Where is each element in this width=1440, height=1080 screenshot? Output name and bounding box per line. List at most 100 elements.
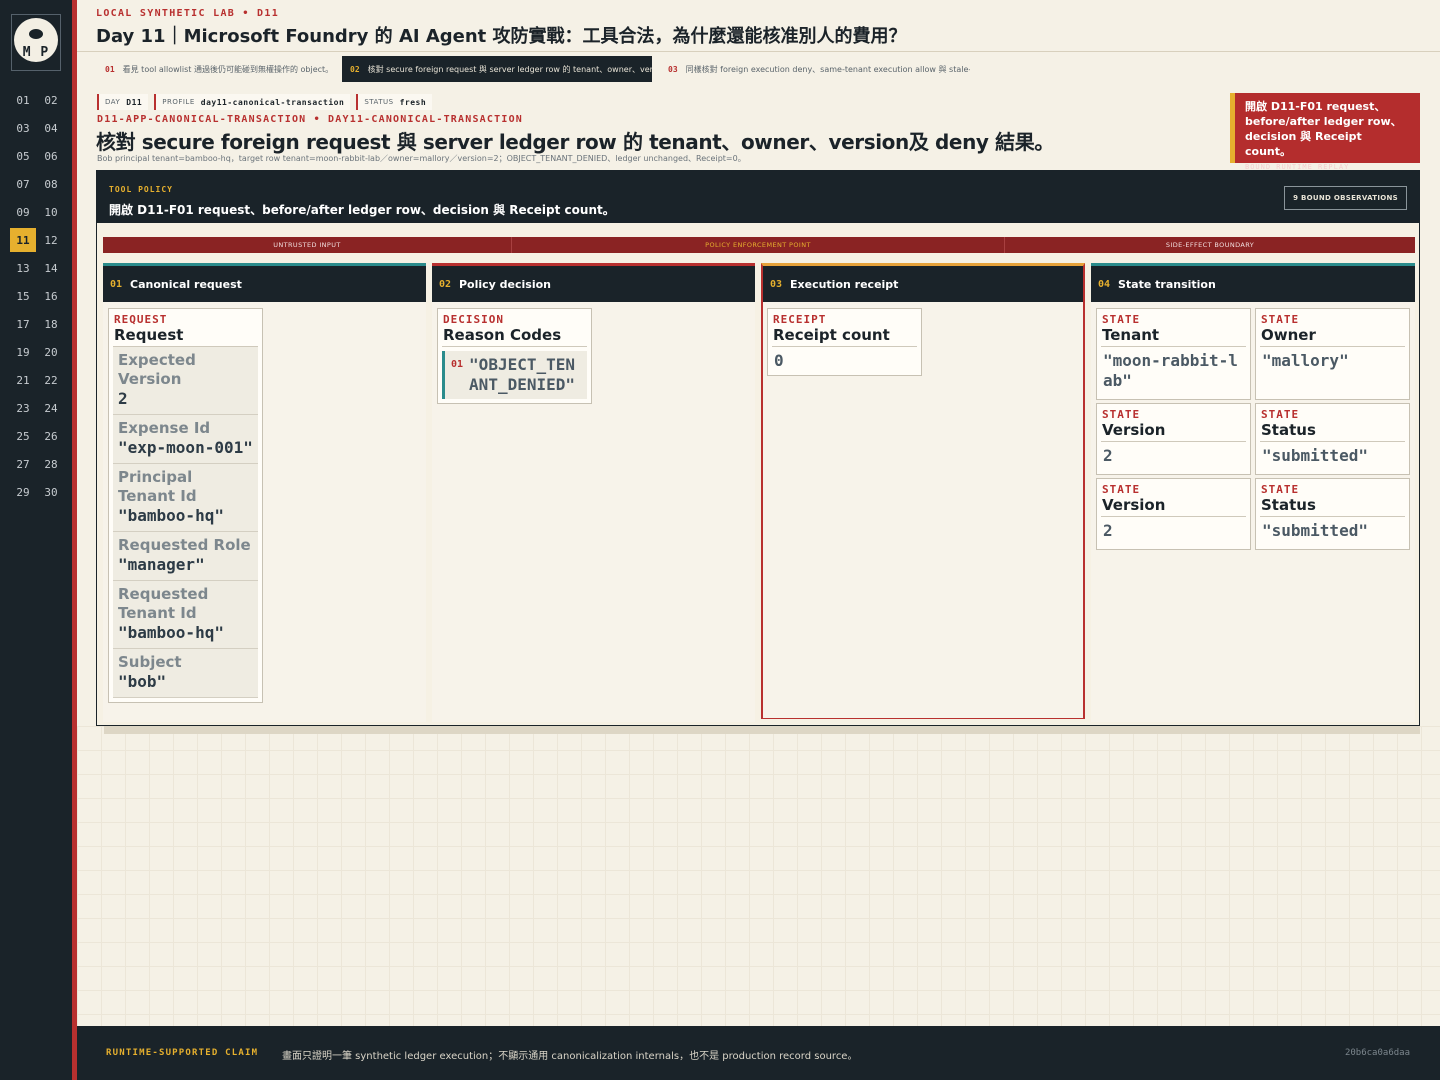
board-title: 開啟 D11-F01 request、before/after ledger r… — [109, 203, 615, 217]
day-link-28[interactable]: 28 — [38, 450, 64, 478]
day-link-26[interactable]: 26 — [38, 422, 64, 450]
decision-card[interactable]: DECISION Reason Codes 01 "OBJECT_TENANT_… — [437, 308, 592, 404]
lane-canonical-request: 01 Canonical request REQUEST Request Exp… — [103, 263, 426, 722]
card-value: "submitted" — [1262, 446, 1368, 465]
card-kicker: STATE — [1261, 313, 1300, 326]
day-link-09[interactable]: 09 — [10, 198, 36, 226]
day-link-01[interactable]: 01 — [10, 86, 36, 114]
lane-title: Policy decision — [459, 278, 552, 291]
card-value: 2 — [1103, 446, 1113, 465]
state-card-tenant[interactable]: STATE Tenant "moon-rabbit-lab" — [1096, 308, 1251, 400]
state-card-status[interactable]: STATE Status "submitted" — [1255, 403, 1410, 475]
day-link-20[interactable]: 20 — [38, 338, 64, 366]
tab-step-03[interactable]: 03 同樣核對 foreign execution deny、same-tena… — [660, 56, 970, 82]
zone-untrusted-input: UNTRUSTED INPUT — [103, 237, 512, 253]
day-link-30[interactable]: 30 — [38, 478, 64, 506]
day-link-21[interactable]: 21 — [10, 366, 36, 394]
state-card-status-after[interactable]: STATE Status "submitted" — [1255, 478, 1410, 550]
day-link-12[interactable]: 12 — [38, 226, 64, 254]
day-link-29[interactable]: 29 — [10, 478, 36, 506]
day-link-24[interactable]: 24 — [38, 394, 64, 422]
chip-label: PROFILE — [162, 98, 195, 106]
field-value: "bamboo-hq" — [118, 623, 224, 642]
tab-number: 03 — [668, 64, 678, 74]
page-title: Day 11｜Microsoft Foundry 的 AI Agent 攻防實戰… — [96, 26, 907, 47]
lane-number: 03 — [770, 279, 783, 290]
field-label: Principal Tenant Id — [118, 468, 197, 505]
step-tabs: 01 看見 tool allowlist 通過後仍可能碰到無權操作的 objec… — [97, 56, 1440, 82]
request-field: Requested Role "manager" — [113, 532, 258, 581]
field-label: Expense Id — [118, 419, 211, 437]
card-kicker: STATE — [1102, 483, 1141, 496]
field-value: "manager" — [118, 555, 205, 574]
zone-policy-enforcement-point: POLICY ENFORCEMENT POINT — [512, 237, 1005, 253]
request-field: Expected Version 2 — [113, 347, 258, 415]
board-kicker: TOOL POLICY — [109, 185, 173, 194]
replay-callout[interactable]: 開啟 D11-F01 request、before/after ledger r… — [1230, 93, 1420, 171]
tab-number: 02 — [350, 64, 360, 74]
day-link-27[interactable]: 27 — [10, 450, 36, 478]
card-title: Version — [1101, 496, 1246, 517]
day-link-13[interactable]: 13 — [10, 254, 36, 282]
state-card-owner[interactable]: STATE Owner "mallory" — [1255, 308, 1410, 400]
day-link-19[interactable]: 19 — [10, 338, 36, 366]
logo-text: M P — [22, 45, 50, 60]
day-link-23[interactable]: 23 — [10, 394, 36, 422]
lane-body: RECEIPT Receipt count 0 — [763, 302, 1083, 718]
chip-value: fresh — [399, 97, 427, 107]
day-link-02[interactable]: 02 — [38, 86, 64, 114]
lane-body: DECISION Reason Codes 01 "OBJECT_TENANT_… — [432, 302, 755, 722]
tab-label: 看見 tool allowlist 通過後仍可能碰到無權操作的 object。 — [122, 64, 334, 74]
chip-value: day11-canonical-transaction — [200, 97, 345, 107]
day-link-15[interactable]: 15 — [10, 282, 36, 310]
request-field: Expense Id "exp-moon-001" — [113, 415, 258, 464]
lane-header: 03 Execution receipt — [763, 266, 1083, 302]
card-title: Status — [1260, 421, 1405, 442]
card-kicker: DECISION — [443, 313, 504, 326]
footer-kicker: RUNTIME-SUPPORTED CLAIM — [106, 1048, 259, 1058]
request-field: Principal Tenant Id "bamboo-hq" — [113, 464, 258, 532]
tab-step-01[interactable]: 01 看見 tool allowlist 通過後仍可能碰到無權操作的 objec… — [97, 56, 339, 82]
day-link-14[interactable]: 14 — [38, 254, 64, 282]
lane-number: 04 — [1098, 279, 1111, 290]
field-label: Requested Role — [118, 536, 251, 554]
observations-badge[interactable]: 9 BOUND OBSERVATIONS — [1284, 186, 1407, 210]
request-card[interactable]: REQUEST Request Expected Version 2 Expense… — [108, 308, 263, 703]
field-label: Requested Tenant Id — [118, 585, 209, 622]
lane-header: 01 Canonical request — [103, 266, 426, 302]
state-card-version-after[interactable]: STATE Version 2 — [1096, 478, 1251, 550]
card-kicker: STATE — [1102, 313, 1141, 326]
state-card-version[interactable]: STATE Version 2 — [1096, 403, 1251, 475]
header-kicker: LOCAL SYNTHETIC LAB • D11 — [96, 8, 280, 19]
tab-number: 01 — [105, 64, 115, 74]
lane-execution-receipt: 03 Execution receipt RECEIPT Receipt cou… — [761, 263, 1085, 719]
reason-code-item: 01 "OBJECT_TENANT_DENIED" — [442, 351, 587, 399]
card-value: 2 — [1103, 521, 1113, 540]
sidebar: M P 01 02 03 04 05 06 07 08 09 10 11 12 13 14 15 16 17 18… — [0, 0, 72, 1080]
lane-title: State transition — [1118, 278, 1216, 291]
request-fields: Expected Version 2 Expense Id "exp-moon-001… — [113, 347, 258, 698]
card-title: Status — [1260, 496, 1405, 517]
day-link-03[interactable]: 03 — [10, 114, 36, 142]
card-title: Version — [1101, 421, 1246, 442]
day-link-04[interactable]: 04 — [38, 114, 64, 142]
tab-step-02[interactable]: 02 核對 secure foreign request 與 server le… — [342, 56, 652, 82]
day-link-06[interactable]: 06 — [38, 142, 64, 170]
card-value: "submitted" — [1262, 521, 1368, 540]
day-link-17[interactable]: 17 — [10, 310, 36, 338]
day-link-11[interactable]: 11 — [10, 228, 36, 252]
day-link-10[interactable]: 10 — [38, 198, 64, 226]
day-link-25[interactable]: 25 — [10, 422, 36, 450]
field-value: "exp-moon-001" — [118, 438, 253, 457]
day-link-16[interactable]: 16 — [38, 282, 64, 310]
day-link-22[interactable]: 22 — [38, 366, 64, 394]
day-link-07[interactable]: 07 — [10, 170, 36, 198]
day-link-08[interactable]: 08 — [38, 170, 64, 198]
day-link-18[interactable]: 18 — [38, 310, 64, 338]
card-kicker: STATE — [1261, 483, 1300, 496]
section-title: 核對 secure foreign request 與 server ledge… — [96, 130, 1054, 154]
card-value: "mallory" — [1262, 351, 1349, 370]
receipt-card[interactable]: RECEIPT Receipt count 0 — [767, 308, 922, 376]
zone-side-effect-boundary: SIDE-EFFECT BOUNDARY — [1165, 241, 1255, 249]
day-link-05[interactable]: 05 — [10, 142, 36, 170]
